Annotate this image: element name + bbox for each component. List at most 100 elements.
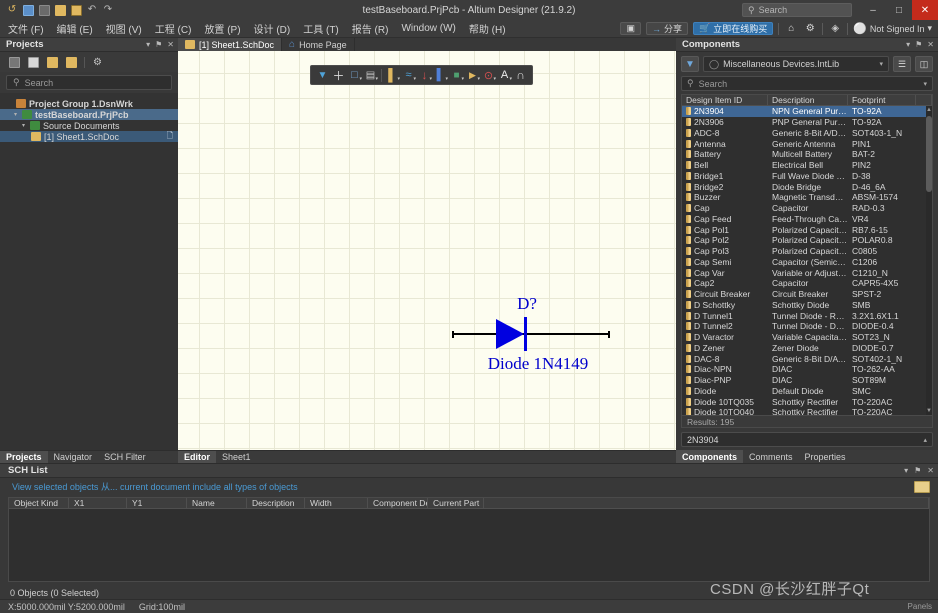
place-wire-icon[interactable]: ≈ ▾ [401,67,416,83]
menu-view[interactable]: 视图 (V) [106,21,142,36]
tab-sch-filter[interactable]: SCH Filter [98,451,152,463]
tree-item-source-documents[interactable]: ▾ Source Documents [0,120,178,131]
place-text-icon[interactable]: A ▾ [497,67,512,83]
place-arc-icon[interactable]: ∩ [513,67,528,83]
component-row[interactable]: Battery Multicell Battery BAT-2 [682,149,932,160]
column-header-description[interactable]: Description [247,498,305,508]
pin-icon[interactable]: ⚑ [914,466,921,475]
chevron-up-icon[interactable]: ▴ [923,436,927,444]
tab-comments[interactable]: Comments [743,450,799,463]
selected-component-box[interactable]: 2N3904 ▴ [681,432,933,447]
undo-icon[interactable]: ↶ [86,4,98,16]
save-all-icon[interactable] [38,4,50,16]
component-row[interactable]: Cap Pol2 Polarized Capacitor... POLAR0.8 [682,235,932,246]
close-icon[interactable]: ✕ [927,40,934,49]
menu-help[interactable]: 帮助 (H) [469,21,506,36]
component-row[interactable]: Cap Pol3 Polarized Capacitor... C0805 [682,246,932,257]
scroll-up-arrow[interactable]: ▲ [926,106,932,114]
component-row[interactable]: Cap Semi Capacitor (Semicon... C1206 [682,257,932,268]
doc-tab-sheet1[interactable]: [1] Sheet1.SchDoc [178,38,283,51]
menu-tools[interactable]: 工具 (T) [303,21,339,36]
schematic-canvas[interactable]: ▼ ＋ □ ▾ ▤ ▾ ▌ ▾ ≈ ▾ ↓ ▾ ▌ ▾ ■ ▾ ▶ ▾ ⊙ ▾ A ▾ ∩ D? [178,51,676,450]
component-row[interactable]: DAC-8 Generic 8-Bit D/A Co... SOT402-1_N [682,353,932,364]
project-options-icon[interactable] [65,56,78,69]
notifications-button[interactable]: ▣ [620,22,641,35]
column-header-object-kind[interactable]: Object Kind [9,498,69,508]
component-row[interactable]: D Schottky Schottky Diode SMB [682,300,932,311]
tab-projects[interactable]: Projects [0,451,48,463]
buy-online-button[interactable]: 🛒 立即在线购买 [692,22,774,35]
open-project-icon[interactable] [70,4,82,16]
component-row[interactable]: Cap Pol1 Polarized Capacitor... RB7.6-15 [682,224,932,235]
menu-design[interactable]: 设计 (D) [254,21,291,36]
place-component-icon[interactable]: ▌ ▾ [385,67,400,83]
menu-edit[interactable]: 编辑 (E) [57,21,93,36]
component-comment[interactable]: Diode 1N4149 [448,354,628,374]
sch-list-rows[interactable] [9,509,929,581]
share-button[interactable]: → 分享 [645,22,688,35]
sch-list-report-icon[interactable] [914,481,930,493]
panels-button[interactable]: Panels [908,602,938,611]
component-row[interactable]: Cap Capacitor RAD-0.3 [682,203,932,214]
component-row[interactable]: Diode Default Diode SMC [682,386,932,397]
open-project-icon[interactable] [46,56,59,69]
save-icon[interactable] [22,4,34,16]
column-header-current-part[interactable]: Current Part [428,498,484,508]
tab-components[interactable]: Components [676,450,743,463]
component-row[interactable]: Diac-PNP DIAC SOT89M [682,375,932,386]
tab-properties[interactable]: Properties [799,450,852,463]
pin-icon[interactable]: ⚑ [915,40,922,49]
component-row[interactable]: D Zener Zener Diode DIODE-0.7 [682,343,932,354]
tab-navigator[interactable]: Navigator [48,451,99,463]
extensions-icon[interactable]: ◈ [828,22,842,36]
column-header-component-designator[interactable]: Component Desi... [368,498,428,508]
panel-menu-icon[interactable]: ▾ [904,466,908,475]
component-row[interactable]: Bell Electrical Bell PIN2 [682,160,932,171]
components-search-input[interactable]: ⚲ Search ▾ [681,76,933,91]
account-button[interactable]: ⚪ Not Signed In ▾ [853,22,932,35]
panel-settings-icon[interactable]: ⚙ [91,56,104,69]
panel-menu-icon[interactable]: ▾ [146,40,150,49]
component-row[interactable]: D Tunnel1 Tunnel Diode - RLC... 3.2X1.6X1.… [682,310,932,321]
gear-icon[interactable]: ⚙ [803,22,817,36]
column-header-footprint[interactable]: Footprint [848,95,916,105]
close-button[interactable]: ✕ [912,0,938,20]
close-icon[interactable]: ✕ [927,466,934,475]
component-row[interactable]: ADC-8 Generic 8-Bit A/D Co... SOT403-1_N [682,128,932,139]
components-grid-body[interactable]: 2N3904 NPN General Purpos... TO-92A 2N3906 P… [682,106,932,415]
projects-search-input[interactable]: ⚲ Search [6,75,172,90]
doc-tab-home-page[interactable]: ⌂ Home Page [282,38,355,51]
panel-menu-icon[interactable]: ▾ [906,40,910,49]
scroll-down-arrow[interactable]: ▼ [926,407,932,415]
component-row[interactable]: Bridge1 Full Wave Diode Bri... D-38 [682,171,932,182]
funnel-icon[interactable]: ▼ [681,56,699,72]
component-row[interactable]: Cap Var Variable or Adjustab... C1210_N [682,267,932,278]
compile-project-icon[interactable] [27,56,40,69]
diode-component-symbol[interactable]: D? Diode 1N4149 [448,294,628,374]
place-power-port-icon[interactable]: ↓ ▾ [417,67,433,83]
component-row[interactable]: Cap2 Capacitor CAPR5-4X5 [682,278,932,289]
place-rectangle-icon[interactable]: □ ▾ [347,67,362,83]
component-row[interactable]: 2N3904 NPN General Purpos... TO-92A [682,106,932,117]
place-sheet-symbol-icon[interactable]: ▤ ▾ [363,67,378,83]
place-sheet-entry-icon[interactable]: ▶ ▾ [465,67,480,83]
column-header-blank[interactable] [916,95,932,105]
filter-icon[interactable]: ▼ [315,67,330,83]
tab-editor[interactable]: Editor [178,451,216,463]
open-folder-icon[interactable] [54,4,66,16]
place-port-icon[interactable]: ■ ▾ [449,67,464,83]
column-header-width[interactable]: Width [305,498,368,508]
component-row[interactable]: Diac-NPN DIAC TO-262-AA [682,364,932,375]
filter-selected-objects-link[interactable]: selected objects [34,482,99,492]
component-row[interactable]: Diode 10TQ040 Schottky Rectifier TO-220AC [682,407,932,415]
tree-item-project[interactable]: ▾ testBaseboard.PrjPcb [0,109,178,120]
list-view-icon[interactable]: ☰ [893,56,911,72]
minimize-button[interactable]: – [860,0,886,20]
component-row[interactable]: D Varactor Variable Capacitanc... SOT23_N [682,332,932,343]
component-row[interactable]: Cap Feed Feed-Through Capa... VR4 [682,214,932,225]
place-net-label-icon[interactable]: ▌ ▾ [433,67,448,83]
maximize-button[interactable]: □ [886,0,912,20]
tree-caret[interactable]: ▾ [12,111,19,118]
save-project-icon[interactable] [8,56,21,69]
home-icon[interactable]: ⌂ [784,22,798,36]
